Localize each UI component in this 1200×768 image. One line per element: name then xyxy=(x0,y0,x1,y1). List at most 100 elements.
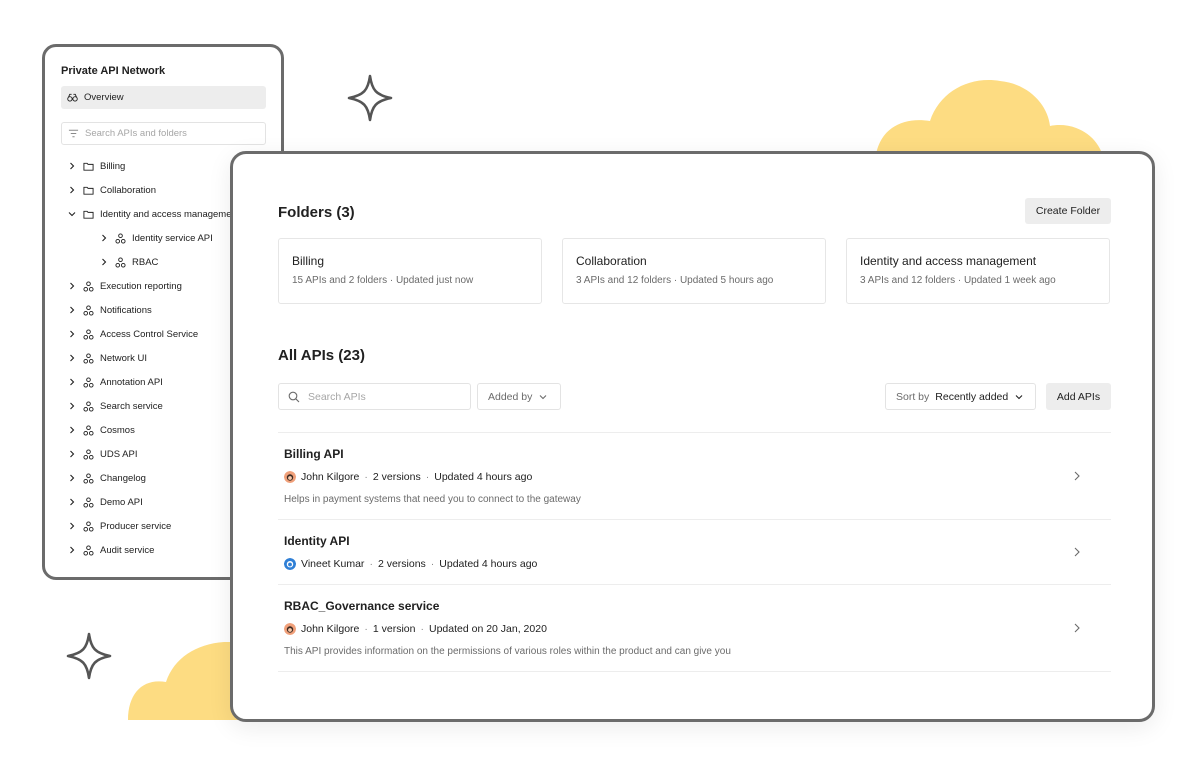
chevron-right-icon[interactable] xyxy=(99,257,109,267)
folder-card-billing[interactable]: Billing 15 APIs and 2 folders · Updated … xyxy=(278,238,542,304)
chevron-down-icon[interactable] xyxy=(67,209,77,219)
sidebar-tree-label: Search service xyxy=(100,400,163,412)
chevron-right-icon[interactable] xyxy=(67,497,77,507)
sparkle-icon xyxy=(347,74,393,122)
api-meta: John Kilgore · 1 version · Updated on 20 Jan… xyxy=(284,623,1105,635)
sidebar-search-placeholder: Search APIs and folders xyxy=(85,128,187,139)
create-folder-button[interactable]: Create Folder xyxy=(1025,198,1111,224)
sidebar-tree-label: Cosmos xyxy=(100,424,135,436)
api-author: John Kilgore xyxy=(301,471,360,483)
meta-separator: · xyxy=(364,471,368,483)
sort-prefix: Sort by xyxy=(896,390,930,403)
api-nodes-icon xyxy=(115,232,126,244)
add-apis-button[interactable]: Add APIs xyxy=(1046,383,1111,410)
search-apis-input[interactable]: Search APIs xyxy=(278,383,471,410)
api-description: Helps in payment systems that need you t… xyxy=(284,494,581,505)
api-list-item[interactable]: Identity API Vineet Kumar · 2 versions · Upda… xyxy=(278,519,1111,584)
folder-icon xyxy=(83,186,94,195)
search-icon xyxy=(288,391,300,402)
chevron-right-icon[interactable] xyxy=(67,305,77,315)
sidebar-tree-label: Annotation API xyxy=(100,376,163,388)
api-nodes-icon xyxy=(83,448,94,460)
overview-label: Overview xyxy=(84,92,124,103)
sidebar-tree-label: Producer service xyxy=(100,520,172,532)
folder-card-name: Identity and access management xyxy=(860,254,1037,268)
chevron-right-icon[interactable] xyxy=(67,377,77,387)
api-list-item[interactable]: Billing API John Kilgore · 2 versions · Updat… xyxy=(278,432,1111,519)
api-nodes-icon xyxy=(115,256,126,268)
chevron-right-icon[interactable] xyxy=(1071,546,1083,558)
api-list-item[interactable]: RBAC_Governance service John Kilgore · 1 ve… xyxy=(278,584,1111,672)
api-updated: Updated on 20 Jan, 2020 xyxy=(428,623,547,635)
sidebar-tree-label: Identity and access management xyxy=(100,208,240,220)
chevron-right-icon[interactable] xyxy=(67,521,77,531)
sidebar-tree-label: Execution reporting xyxy=(100,280,182,292)
chevron-right-icon[interactable] xyxy=(67,185,77,195)
meta-separator: · xyxy=(425,471,430,483)
folder-card-collaboration[interactable]: Collaboration 3 APIs and 12 folders · Up… xyxy=(562,238,826,304)
folder-card-meta: 15 APIs and 2 folders · Updated just now xyxy=(292,275,474,286)
api-nodes-icon xyxy=(83,424,94,436)
sort-by-dropdown[interactable]: Sort by Recently added xyxy=(885,383,1036,410)
api-name: Billing API xyxy=(284,447,344,461)
sidebar-tree-label: Notifications xyxy=(100,304,152,316)
sidebar-overview-item[interactable]: Overview xyxy=(61,86,266,109)
chevron-right-icon[interactable] xyxy=(67,449,77,459)
folder-card-name: Collaboration xyxy=(576,254,647,268)
chevron-down-icon xyxy=(539,394,547,399)
api-versions: 2 versions xyxy=(377,558,426,570)
chevron-right-icon[interactable] xyxy=(67,425,77,435)
avatar xyxy=(284,623,296,635)
sidebar-search-input[interactable]: Search APIs and folders xyxy=(61,122,266,145)
cloud-decoration-bottom xyxy=(128,642,244,720)
chevron-right-icon[interactable] xyxy=(67,161,77,171)
api-description: This API provides information on the per… xyxy=(284,646,731,657)
meta-separator: · xyxy=(369,558,373,570)
filter-icon xyxy=(68,129,79,138)
folder-card-meta: 3 APIs and 12 folders · Updated 1 week a… xyxy=(860,275,1056,286)
added-by-dropdown[interactable]: Added by xyxy=(477,383,561,410)
sidebar-tree-label: UDS API xyxy=(100,448,138,460)
api-nodes-icon xyxy=(83,280,94,292)
sidebar-title: Private API Network xyxy=(61,65,166,77)
chevron-right-icon[interactable] xyxy=(67,473,77,483)
chevron-right-icon[interactable] xyxy=(67,353,77,363)
chevron-right-icon[interactable] xyxy=(67,329,77,339)
chevron-right-icon[interactable] xyxy=(1071,470,1083,482)
sidebar-tree-label: Demo API xyxy=(100,496,143,508)
api-nodes-icon xyxy=(83,544,94,556)
api-nodes-icon xyxy=(83,520,94,532)
chevron-right-icon[interactable] xyxy=(1071,622,1083,634)
chevron-down-icon xyxy=(1015,394,1023,399)
avatar xyxy=(284,558,296,570)
sidebar-tree-label: Billing xyxy=(100,160,126,172)
avatar xyxy=(284,471,296,483)
chevron-right-icon[interactable] xyxy=(67,545,77,555)
api-author: John Kilgore xyxy=(301,623,360,635)
api-list: Billing API John Kilgore · 2 versions · Updat… xyxy=(278,432,1111,672)
api-updated: Updated 4 hours ago xyxy=(434,471,533,483)
sidebar-tree-label: Collaboration xyxy=(100,184,156,196)
folder-icon xyxy=(83,210,94,219)
folder-card-identity[interactable]: Identity and access management 3 APIs an… xyxy=(846,238,1110,304)
sparkle-icon xyxy=(66,632,112,680)
main-panel: Folders (3) Create Folder Billing 15 API… xyxy=(230,151,1155,722)
chevron-right-icon[interactable] xyxy=(67,401,77,411)
chevron-right-icon[interactable] xyxy=(67,281,77,291)
sidebar-tree-label: RBAC xyxy=(132,256,159,268)
api-versions: 2 versions xyxy=(372,471,421,483)
api-updated: Updated 4 hours ago xyxy=(439,558,538,570)
api-nodes-icon xyxy=(83,472,94,484)
folder-card-meta: 3 APIs and 12 folders · Updated 5 hours … xyxy=(576,275,774,286)
sidebar-tree-label: Identity service API xyxy=(132,232,213,244)
meta-separator: · xyxy=(420,623,424,635)
api-nodes-icon xyxy=(83,352,94,364)
folder-icon xyxy=(83,162,94,171)
api-author: Vineet Kumar xyxy=(301,558,365,570)
api-name: Identity API xyxy=(284,534,350,548)
all-apis-title: All APIs (23) xyxy=(278,347,365,364)
sidebar-tree-label: Access Control Service xyxy=(100,328,199,340)
api-nodes-icon xyxy=(83,328,94,340)
search-apis-placeholder: Search APIs xyxy=(308,390,366,403)
chevron-right-icon[interactable] xyxy=(99,233,109,243)
